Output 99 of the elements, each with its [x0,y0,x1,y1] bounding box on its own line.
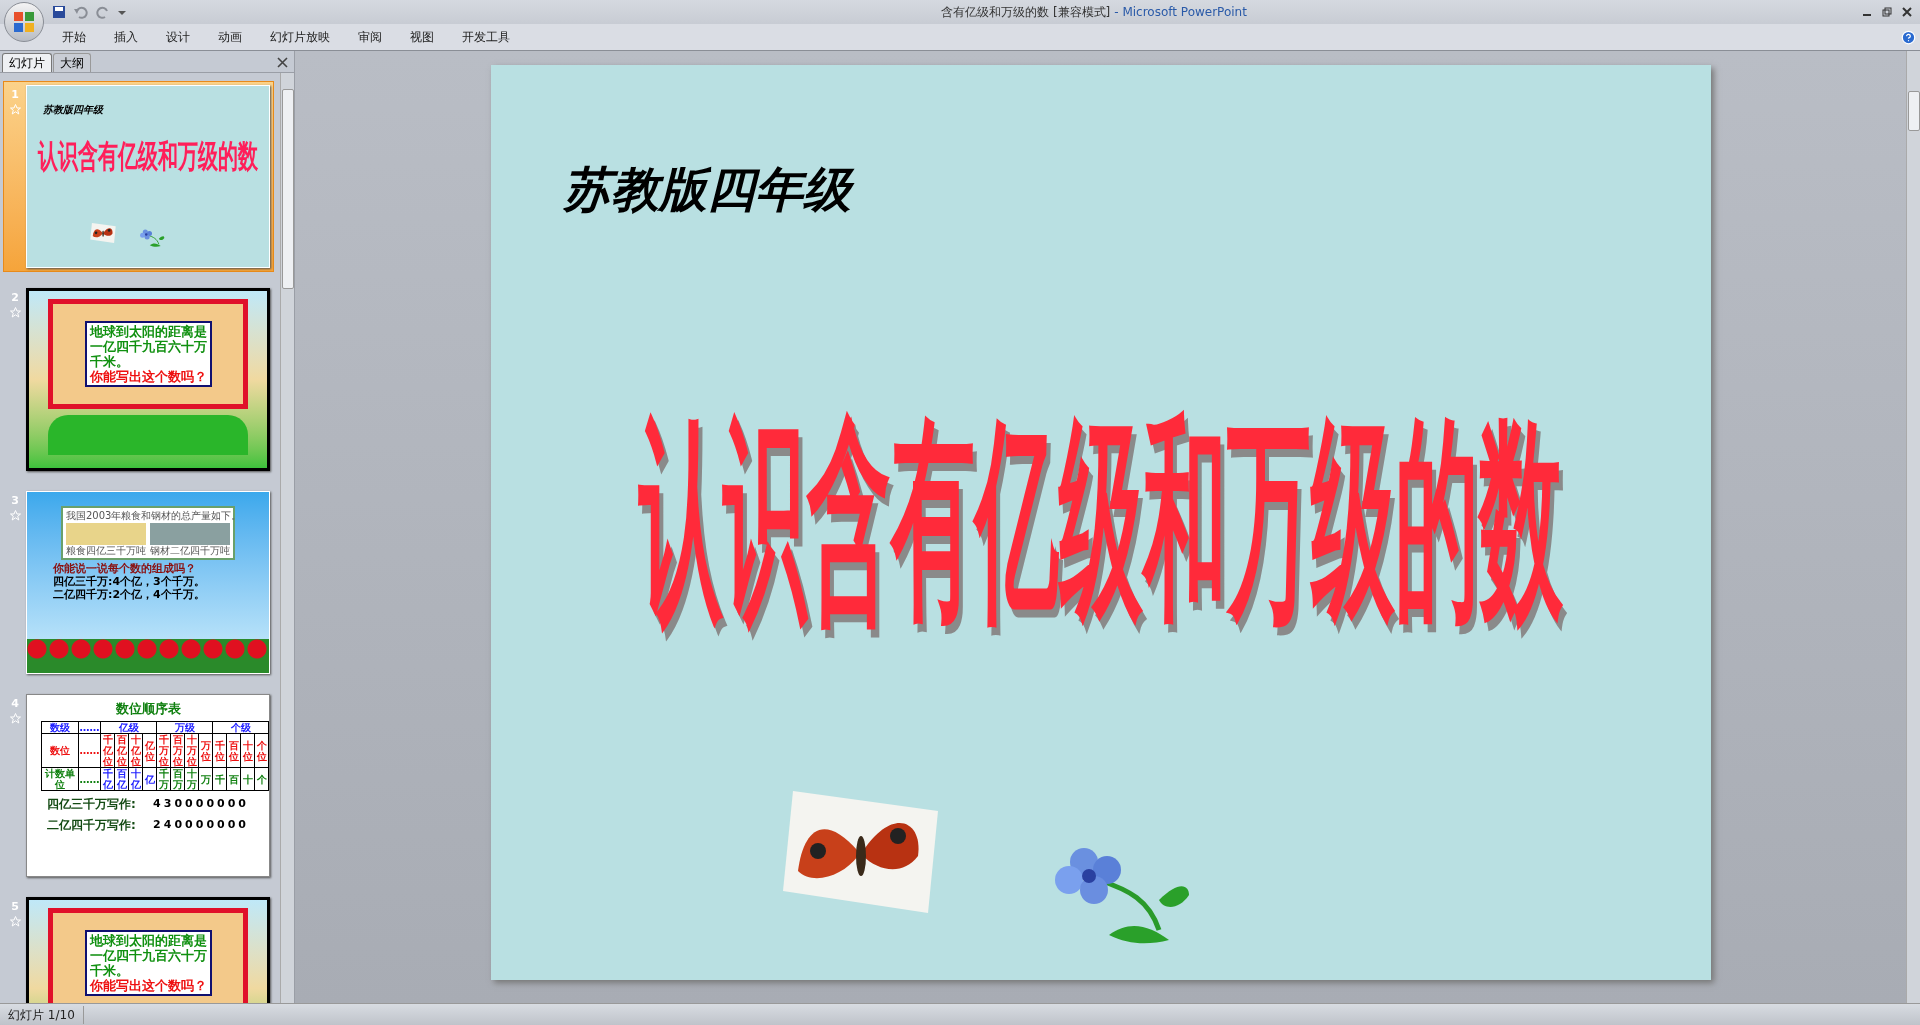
app-name: - Microsoft PowerPoint [1114,4,1247,21]
ribbon-tab[interactable]: 视图 [410,28,434,46]
photo-caption: 钢材二亿四千万吨 [150,545,230,556]
photo-caption: 粮食四亿三千万吨 [66,545,146,556]
pane-tab[interactable]: 幻灯片 [2,53,52,72]
slide-number: 4 [11,696,19,712]
table-cell: …… [78,721,101,734]
thumbnail-text: 千米。 [89,354,130,369]
table-cell: 千 [212,767,227,791]
thumbnail-title: 认识含有亿级和万级的数 [38,135,258,178]
dropdown-icon[interactable] [118,8,126,16]
writing-label: 四亿三千万写作: [47,796,136,813]
table-cell: 百 [226,767,241,791]
scrollbar[interactable] [280,73,294,1003]
table-cell: 万 [198,767,213,791]
table-cell: 万位 [198,733,213,768]
table-cell: 千亿位 [100,733,115,768]
table-cell: 十亿 [128,767,143,791]
thumbnail-text: 千米。 [89,963,130,978]
scrollbar[interactable] [1906,51,1920,1003]
star-icon [9,306,21,318]
thumbnail-text: 一亿四千九百六十万 [89,948,207,963]
table-cell: 个位 [254,733,269,768]
table-cell: 百万位 [170,733,185,768]
table-cell: 十 [240,767,255,791]
slide-title: 认识含有亿级和万级的数 [638,395,1563,645]
table-cell: 亿级 [100,721,157,734]
writing-label: 二亿四千万写作: [47,817,136,834]
close-icon[interactable] [1902,7,1912,17]
table-cell: 千万位 [156,733,171,768]
writing-number: 430000000 [153,795,249,812]
ribbon-tab[interactable]: 幻灯片放映 [270,28,330,46]
thumbnail-question: 你能写出这个数吗？ [89,369,207,384]
slide-indicator: 幻灯片 1/10 [0,1005,84,1024]
table-cell: 个 [254,767,269,791]
table-cell: …… [78,733,101,768]
close-icon[interactable] [277,57,288,68]
slide-number: 2 [11,290,19,306]
table-cell: 千亿 [100,767,115,791]
slide-list-item[interactable]: 2 地球到太阳的距离是 一亿四千九百六十万 千米。 你能写出这个数吗？ [3,284,274,475]
thumbnail-text: 二亿四千万:2个亿，4个千万。 [53,588,206,601]
butterfly-drawing [90,223,116,243]
thumbnail-text: 地球到太阳的距离是 [89,933,207,948]
ribbon-tab[interactable]: 设计 [166,28,190,46]
slide-list-item[interactable]: 3 我国2003年粮食和钢材的总产量如下。 粮食四亿三千万吨 钢材二亿四千万吨 你能说一说每个数的组成吗？ 四亿三千万:4个亿，3个千万。 二亿四千万:2个亿，4个千万。 [3,487,274,678]
ribbon-tab[interactable]: 开发工具 [462,28,510,46]
star-icon [9,103,21,115]
slide-thumbnail[interactable]: 地球到太阳的距离是 一亿四千九百六十万 千米。 你能写出这个数吗？ [26,288,270,471]
office-logo-icon [13,11,35,33]
table-cell: 十万位 [184,733,199,768]
table-cell: 百位 [226,733,241,768]
table-cell: 计数单位 [41,767,79,791]
thumbnail-text: 四亿三千万:4个亿，3个千万。 [53,575,206,588]
table-cell: 亿 [142,767,157,791]
ribbon-tab[interactable]: 开始 [62,28,86,46]
slide-list-item[interactable]: 5 地球到太阳的距离是 一亿四千九百六十万 千米。 你能写出这个数吗？ [3,893,274,1003]
slide-thumbnail[interactable]: 数位顺序表 数级 …… 亿级 万级 个级 数位 …… 千亿位 百亿位 十亿位 亿位 千万位 百万位 十万位 万位 千位 百位 十位 个位 计数单位 …… 千亿 百亿 十亿 亿 千万 百万 十万 万 千 百 十 个 四亿三千万写作: 430000000 二亿四千万写作: 240000000 [26,694,270,877]
slide-list-item[interactable]: 1 苏教版四年级 认识含有亿级和万级的数 [3,81,274,272]
table-cell: …… [78,767,101,791]
help-icon[interactable] [1901,29,1916,45]
thumbnail-question: 你能说一说每个数的组成吗？ [53,562,197,575]
ribbon-tab[interactable]: 插入 [114,28,138,46]
restore-icon[interactable] [1882,7,1892,17]
thumbnail-question: 你能写出这个数吗？ [89,978,207,993]
slide-thumbnail[interactable]: 我国2003年粮食和钢材的总产量如下。 粮食四亿三千万吨 钢材二亿四千万吨 你能说一说每个数的组成吗？ 四亿三千万:4个亿，3个千万。 二亿四千万:2个亿，4个千万。 [26,491,270,674]
table-cell: 百亿位 [114,733,129,768]
star-icon [9,915,21,927]
table-cell: 十位 [240,733,255,768]
ribbon-tab[interactable]: 动画 [218,28,242,46]
table-cell: 千万 [156,767,171,791]
slide-thumbnail[interactable]: 苏教版四年级 认识含有亿级和万级的数 [26,85,270,268]
table-cell: 个级 [212,721,269,734]
thumbnail-title: 数位顺序表 [115,701,181,717]
slide-number: 5 [11,899,19,915]
table-cell: 十万 [184,767,199,791]
star-icon [9,509,21,521]
table-cell: 千位 [212,733,227,768]
table-cell: 百亿 [114,767,129,791]
flower-drawing [139,228,167,247]
save-icon[interactable] [52,5,66,19]
table-cell: 数级 [41,721,79,734]
slide-thumbnail[interactable]: 地球到太阳的距离是 一亿四千九百六十万 千米。 你能写出这个数吗？ [26,897,270,1003]
thumbnail-text: 一亿四千九百六十万 [89,339,207,354]
writing-number: 240000000 [153,816,249,833]
slide-list-item[interactable]: 4 数位顺序表 数级 …… 亿级 万级 个级 数位 …… 千亿位 百亿位 十亿位 亿位 千万位 百万位 十万位 万位 千位 百位 十位 个位 计数单位 …… 千亿 百亿 十亿 亿 千万 百万 十万 万 千 百 十 个 四亿三千万写作: 430000000 二亿四千万写作: 240000000 [3,690,274,881]
table-cell: 十亿位 [128,733,143,768]
window-title: 含有亿级和万级的数 [兼容模式] [941,4,1111,21]
table-cell: 百万 [170,767,185,791]
slide-number: 1 [11,87,19,103]
table-cell: 万级 [156,721,213,734]
table-cell: 亿位 [142,733,157,768]
pane-tab[interactable]: 大纲 [53,53,91,72]
slide-number: 3 [11,493,19,509]
table-cell: 数位 [41,733,79,768]
thumbnail-text: 地球到太阳的距离是 [89,324,207,339]
thumbnail-subtitle: 苏教版四年级 [43,104,103,115]
ribbon-tab[interactable]: 审阅 [358,28,382,46]
star-icon [9,712,21,724]
office-button[interactable] [4,2,44,42]
